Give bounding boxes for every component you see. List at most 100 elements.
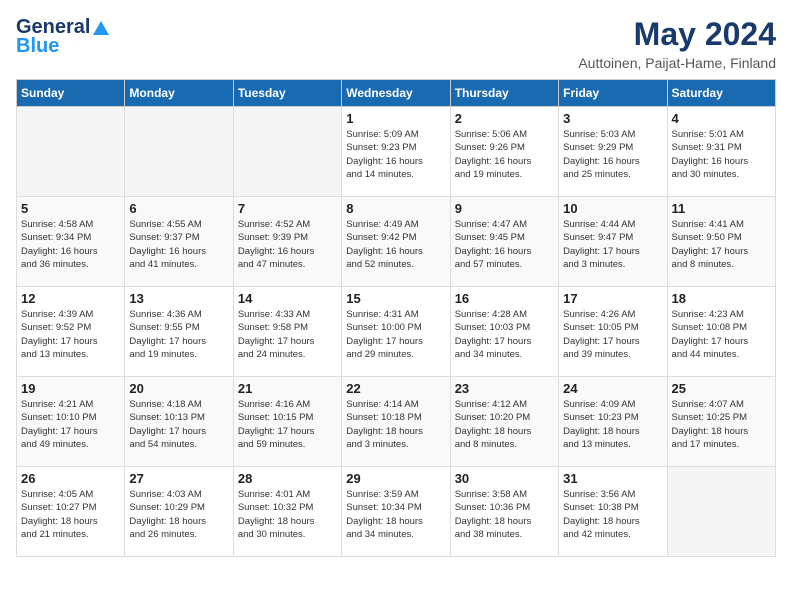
cell-info: Sunrise: 4:55 AM Sunset: 9:37 PM Dayligh… xyxy=(129,218,228,271)
day-number: 29 xyxy=(346,471,445,486)
day-number: 23 xyxy=(455,381,554,396)
calendar-cell: 31Sunrise: 3:56 AM Sunset: 10:38 PM Dayl… xyxy=(559,467,667,557)
calendar-cell: 28 Sunrise: 4:01 AM Sunset: 10:32 PM Dayl… xyxy=(233,467,341,557)
cell-info: Sunrise: 4:16 AM Sunset: 10:15 PM Daylig… xyxy=(238,398,337,451)
cell-info: Sunrise: 4:07 AM Sunset: 10:25 PM Daylig… xyxy=(672,398,771,451)
weekday-header-wednesday: Wednesday xyxy=(342,80,450,107)
calendar-cell: 23 Sunrise: 4:12 AM Sunset: 10:20 PM Dayl… xyxy=(450,377,558,467)
cell-info: Sunrise: 4:21 AM Sunset: 10:10 PM Daylig… xyxy=(21,398,120,451)
calendar-cell: 21 Sunrise: 4:16 AM Sunset: 10:15 PM Dayl… xyxy=(233,377,341,467)
cell-info: Sunrise: 5:03 AM Sunset: 9:29 PM Dayligh… xyxy=(563,128,662,181)
day-number: 10 xyxy=(563,201,662,216)
day-number: 12 xyxy=(21,291,120,306)
day-number: 14 xyxy=(238,291,337,306)
cell-info: Sunrise: 4:12 AM Sunset: 10:20 PM Daylig… xyxy=(455,398,554,451)
day-number: 8 xyxy=(346,201,445,216)
calendar-cell: 8 Sunrise: 4:49 AM Sunset: 9:42 PM Daylig… xyxy=(342,197,450,287)
day-number: 9 xyxy=(455,201,554,216)
calendar-week-row: 12 Sunrise: 4:39 AM Sunset: 9:52 PM Dayli… xyxy=(17,287,776,377)
cell-info: Sunrise: 4:05 AM Sunset: 10:27 PM Daylig… xyxy=(21,488,120,541)
calendar-cell xyxy=(125,107,233,197)
cell-info: Sunrise: 4:44 AM Sunset: 9:47 PM Dayligh… xyxy=(563,218,662,271)
calendar-cell: 6 Sunrise: 4:55 AM Sunset: 9:37 PM Daylig… xyxy=(125,197,233,287)
cell-info: Sunrise: 4:09 AM Sunset: 10:23 PM Daylig… xyxy=(563,398,662,451)
day-number: 3 xyxy=(563,111,662,126)
day-number: 18 xyxy=(672,291,771,306)
calendar-cell: 14Sunrise: 4:33 AM Sunset: 9:58 PM Dayli… xyxy=(233,287,341,377)
calendar-cell: 5 Sunrise: 4:58 AM Sunset: 9:34 PM Daylig… xyxy=(17,197,125,287)
day-number: 22 xyxy=(346,381,445,396)
cell-info: Sunrise: 3:59 AM Sunset: 10:34 PM Daylig… xyxy=(346,488,445,541)
cell-info: Sunrise: 4:18 AM Sunset: 10:13 PM Daylig… xyxy=(129,398,228,451)
cell-info: Sunrise: 4:01 AM Sunset: 10:32 PM Daylig… xyxy=(238,488,337,541)
page-header: General Blue May 2024 Auttoinen, Paijat-… xyxy=(16,16,776,71)
logo-triangle-icon xyxy=(92,19,110,37)
day-number: 5 xyxy=(21,201,120,216)
weekday-header-monday: Monday xyxy=(125,80,233,107)
calendar-cell: 13 Sunrise: 4:36 AM Sunset: 9:55 PM Dayli… xyxy=(125,287,233,377)
cell-info: Sunrise: 4:41 AM Sunset: 9:50 PM Dayligh… xyxy=(672,218,771,271)
calendar-week-row: 5 Sunrise: 4:58 AM Sunset: 9:34 PM Daylig… xyxy=(17,197,776,287)
weekday-header-row: SundayMondayTuesdayWednesdayThursdayFrid… xyxy=(17,80,776,107)
cell-info: Sunrise: 5:09 AM Sunset: 9:23 PM Dayligh… xyxy=(346,128,445,181)
weekday-header-thursday: Thursday xyxy=(450,80,558,107)
weekday-header-friday: Friday xyxy=(559,80,667,107)
calendar-cell: 1 Sunrise: 5:09 AM Sunset: 9:23 PM Daylig… xyxy=(342,107,450,197)
logo-blue-text: Blue xyxy=(16,35,59,58)
weekday-header-tuesday: Tuesday xyxy=(233,80,341,107)
calendar-cell: 27Sunrise: 4:03 AM Sunset: 10:29 PM Dayl… xyxy=(125,467,233,557)
calendar-table: SundayMondayTuesdayWednesdayThursdayFrid… xyxy=(16,79,776,557)
cell-info: Sunrise: 4:03 AM Sunset: 10:29 PM Daylig… xyxy=(129,488,228,541)
calendar-cell: 29 Sunrise: 3:59 AM Sunset: 10:34 PM Dayl… xyxy=(342,467,450,557)
day-number: 2 xyxy=(455,111,554,126)
cell-info: Sunrise: 4:58 AM Sunset: 9:34 PM Dayligh… xyxy=(21,218,120,271)
day-number: 11 xyxy=(672,201,771,216)
calendar-cell: 26 Sunrise: 4:05 AM Sunset: 10:27 PM Dayl… xyxy=(17,467,125,557)
calendar-cell: 17Sunrise: 4:26 AM Sunset: 10:05 PM Dayl… xyxy=(559,287,667,377)
cell-info: Sunrise: 5:06 AM Sunset: 9:26 PM Dayligh… xyxy=(455,128,554,181)
calendar-week-row: 1 Sunrise: 5:09 AM Sunset: 9:23 PM Daylig… xyxy=(17,107,776,197)
calendar-cell: 7Sunrise: 4:52 AM Sunset: 9:39 PM Daylig… xyxy=(233,197,341,287)
day-number: 25 xyxy=(672,381,771,396)
day-number: 31 xyxy=(563,471,662,486)
cell-info: Sunrise: 4:49 AM Sunset: 9:42 PM Dayligh… xyxy=(346,218,445,271)
cell-info: Sunrise: 4:39 AM Sunset: 9:52 PM Dayligh… xyxy=(21,308,120,361)
calendar-cell: 10 Sunrise: 4:44 AM Sunset: 9:47 PM Dayli… xyxy=(559,197,667,287)
cell-info: Sunrise: 4:31 AM Sunset: 10:00 PM Daylig… xyxy=(346,308,445,361)
calendar-week-row: 26 Sunrise: 4:05 AM Sunset: 10:27 PM Dayl… xyxy=(17,467,776,557)
calendar-cell: 30 Sunrise: 3:58 AM Sunset: 10:36 PM Dayl… xyxy=(450,467,558,557)
calendar-cell xyxy=(17,107,125,197)
day-number: 17 xyxy=(563,291,662,306)
cell-info: Sunrise: 3:58 AM Sunset: 10:36 PM Daylig… xyxy=(455,488,554,541)
day-number: 26 xyxy=(21,471,120,486)
day-number: 24 xyxy=(563,381,662,396)
calendar-cell xyxy=(667,467,775,557)
cell-info: Sunrise: 4:23 AM Sunset: 10:08 PM Daylig… xyxy=(672,308,771,361)
calendar-cell: 9Sunrise: 4:47 AM Sunset: 9:45 PM Daylig… xyxy=(450,197,558,287)
calendar-cell: 18 Sunrise: 4:23 AM Sunset: 10:08 PM Dayl… xyxy=(667,287,775,377)
cell-info: Sunrise: 4:14 AM Sunset: 10:18 PM Daylig… xyxy=(346,398,445,451)
calendar-cell: 24 Sunrise: 4:09 AM Sunset: 10:23 PM Dayl… xyxy=(559,377,667,467)
weekday-header-saturday: Saturday xyxy=(667,80,775,107)
calendar-cell: 15 Sunrise: 4:31 AM Sunset: 10:00 PM Dayl… xyxy=(342,287,450,377)
day-number: 30 xyxy=(455,471,554,486)
day-number: 15 xyxy=(346,291,445,306)
calendar-week-row: 19 Sunrise: 4:21 AM Sunset: 10:10 PM Dayl… xyxy=(17,377,776,467)
day-number: 13 xyxy=(129,291,228,306)
logo: General Blue xyxy=(16,16,110,58)
day-number: 7 xyxy=(238,201,337,216)
calendar-cell xyxy=(233,107,341,197)
calendar-cell: 12 Sunrise: 4:39 AM Sunset: 9:52 PM Dayli… xyxy=(17,287,125,377)
calendar-cell: 11 Sunrise: 4:41 AM Sunset: 9:50 PM Dayli… xyxy=(667,197,775,287)
day-number: 28 xyxy=(238,471,337,486)
calendar-cell: 4Sunrise: 5:01 AM Sunset: 9:31 PM Daylig… xyxy=(667,107,775,197)
day-number: 21 xyxy=(238,381,337,396)
calendar-cell: 2 Sunrise: 5:06 AM Sunset: 9:26 PM Daylig… xyxy=(450,107,558,197)
day-number: 16 xyxy=(455,291,554,306)
day-number: 6 xyxy=(129,201,228,216)
cell-info: Sunrise: 4:36 AM Sunset: 9:55 PM Dayligh… xyxy=(129,308,228,361)
day-number: 1 xyxy=(346,111,445,126)
month-title: May 2024 xyxy=(578,16,776,53)
weekday-header-sunday: Sunday xyxy=(17,80,125,107)
day-number: 19 xyxy=(21,381,120,396)
